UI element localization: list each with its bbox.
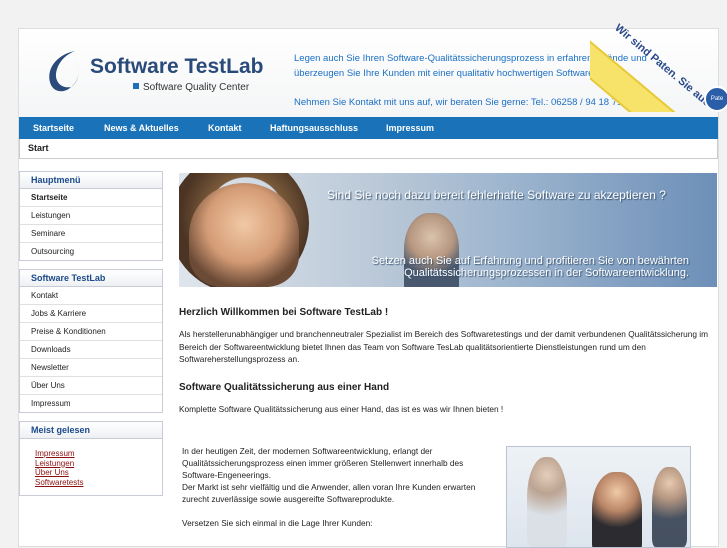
sidebar-item-jobs[interactable]: Jobs & Karriere (20, 305, 162, 323)
lower-text-1: In der heutigen Zeit, der modernen Softw… (182, 446, 464, 480)
testlab-menu-title: Software TestLab (20, 270, 162, 287)
nav-haftungsausschluss[interactable]: Haftungsausschluss (270, 117, 358, 139)
lower-text-3: Versetzen Sie sich einmal in die Lage Ih… (182, 518, 373, 528)
sidebar-item-startseite[interactable]: Startseite (20, 189, 162, 207)
sidebar-item-downloads[interactable]: Downloads (20, 341, 162, 359)
most-read-list: Impressum Leistungen Über Uns Softwarete… (20, 439, 162, 495)
most-read-link[interactable]: Softwaretests (35, 478, 162, 488)
banner-subline-1: Setzen auch Sie auf Erfahrung und profit… (371, 255, 689, 267)
most-read-link[interactable]: Impressum (35, 449, 162, 459)
team-photo (506, 446, 691, 548)
banner-headline: Sind Sie noch dazu bereit fehlerhafte So… (327, 188, 666, 202)
lower-text-2: Der Markt ist sehr vielfältig und die An… (182, 482, 476, 504)
main-menu-title: Hauptmenü (20, 172, 162, 189)
qa-heading: Software Qualitätssicherung aus einer Ha… (179, 381, 390, 393)
most-read-title: Meist gelesen (20, 422, 162, 439)
nav-startseite[interactable]: Startseite (33, 117, 74, 139)
nav-kontakt[interactable]: Kontakt (208, 117, 242, 139)
hero-banner: Sind Sie noch dazu bereit fehlerhafte So… (179, 173, 717, 287)
breadcrumb-current: Start (28, 143, 49, 153)
nav-impressum[interactable]: Impressum (386, 117, 434, 139)
ribbon-seal-icon: Pate (704, 86, 727, 112)
logo-title[interactable]: Software TestLab (90, 55, 263, 79)
banner-subline-2: Qualitätssicherungsprozessen in der Soft… (404, 267, 689, 279)
sidebar-item-kontakt[interactable]: Kontakt (20, 287, 162, 305)
sidebar-item-leistungen[interactable]: Leistungen (20, 207, 162, 225)
sidebar-item-preise[interactable]: Preise & Konditionen (20, 323, 162, 341)
main-menu-box: Hauptmenü Startseite Leistungen Seminare… (19, 171, 163, 261)
banner-photo-woman (189, 183, 299, 287)
sidebar-item-newsletter[interactable]: Newsletter (20, 359, 162, 377)
most-read-box: Meist gelesen Impressum Leistungen Über … (19, 421, 163, 496)
sponsor-ribbon[interactable]: Wir sind Paten. Sie auch? Pate (590, 0, 727, 112)
qa-text: Komplette Software Qualitätssicherung au… (179, 403, 504, 414)
lower-text: In der heutigen Zeit, der modernen Softw… (182, 445, 492, 529)
team-photo-person (592, 472, 642, 547)
testlab-menu-box: Software TestLab Kontakt Jobs & Karriere… (19, 269, 163, 413)
sidebar-item-impressum[interactable]: Impressum (20, 395, 162, 412)
sidebar: Hauptmenü Startseite Leistungen Seminare… (19, 171, 163, 504)
logo-swoosh-icon (49, 51, 79, 92)
most-read-link[interactable]: Über Uns (35, 468, 162, 478)
team-photo-person (527, 457, 567, 547)
banner-subline: Setzen auch Sie auf Erfahrung und profit… (347, 255, 689, 279)
sidebar-item-ueber-uns[interactable]: Über Uns (20, 377, 162, 395)
logo-subtitle: Software Quality Center (133, 82, 249, 93)
main-nav: Startseite News & Aktuelles Kontakt Haft… (19, 117, 718, 139)
team-photo-person (652, 467, 687, 547)
welcome-heading: Herzlich Willkommen bei Software TestLab… (179, 307, 389, 318)
sidebar-item-seminare[interactable]: Seminare (20, 225, 162, 243)
square-icon (133, 83, 139, 89)
welcome-text: Als herstellerunabhängiger und branchenn… (179, 329, 708, 364)
logo-subtitle-text: Software Quality Center (143, 82, 250, 93)
main-content: Herzlich Willkommen bei Software TestLab… (179, 307, 717, 431)
sidebar-item-outsourcing[interactable]: Outsourcing (20, 243, 162, 260)
nav-news[interactable]: News & Aktuelles (104, 117, 179, 139)
most-read-link[interactable]: Leistungen (35, 459, 162, 469)
breadcrumb: Start (19, 139, 718, 159)
